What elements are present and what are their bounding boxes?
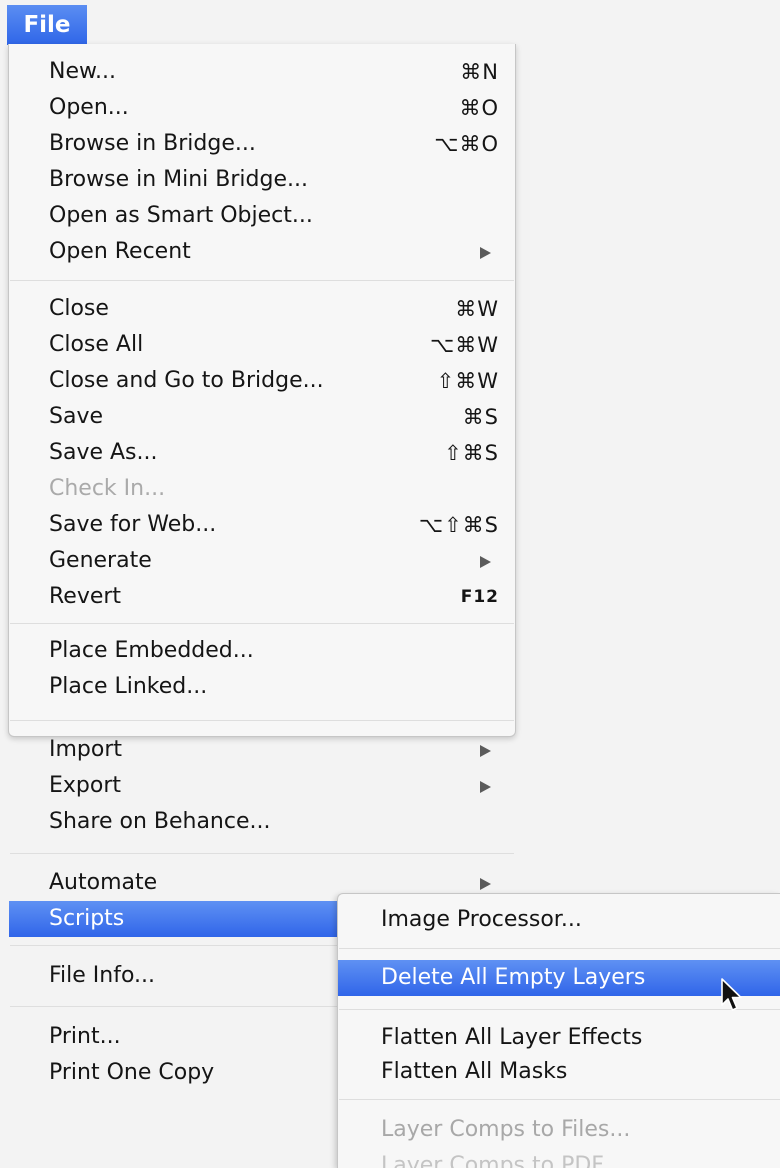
menu-item-label: Automate xyxy=(49,870,158,895)
menu-item-label: Close All xyxy=(49,332,144,357)
menu-separator xyxy=(339,1099,780,1100)
menu-item-save-for-web[interactable]: Save for Web... ⌥⇧⌘S xyxy=(9,507,515,543)
menu-item-shortcut: ⌘W xyxy=(455,297,499,321)
menu-item-label: Place Embedded... xyxy=(49,638,254,663)
menu-item-label: Browse in Mini Bridge... xyxy=(49,167,308,192)
submenu-item-layer-comps-to-pdf: Layer Comps to PDF... xyxy=(338,1148,780,1168)
menu-item-open-as-smart-object[interactable]: Open as Smart Object... xyxy=(9,198,515,234)
menu-item-label: Close xyxy=(49,296,109,321)
menu-item-shortcut: ⇧⌘S xyxy=(444,441,499,465)
submenu-item-label: Flatten All Layer Effects xyxy=(381,1025,643,1050)
menu-item-label: Check In... xyxy=(49,476,166,501)
triangle-right-icon xyxy=(480,745,491,757)
menu-item-new[interactable]: New... ⌘N xyxy=(9,54,515,90)
menu-item-browse-in-mini-bridge[interactable]: Browse in Mini Bridge... xyxy=(9,162,515,198)
file-menu: New... ⌘N Open... ⌘O Browse in Bridge...… xyxy=(8,44,516,1085)
menu-item-shortcut: ⌘N xyxy=(460,60,499,84)
menu-item-label: New... xyxy=(49,59,116,84)
menu-item-label: Browse in Bridge... xyxy=(49,131,256,156)
menu-item-shortcut: ⌥⌘W xyxy=(430,333,499,357)
mouse-pointer-icon xyxy=(721,978,742,1011)
menu-item-label: Print... xyxy=(49,1024,121,1049)
submenu-item-label: Layer Comps to Files... xyxy=(381,1117,631,1142)
menu-separator xyxy=(10,623,514,624)
menu-item-open[interactable]: Open... ⌘O xyxy=(9,90,515,126)
menu-item-export[interactable]: Export xyxy=(9,768,515,804)
submenu-item-delete-all-empty-layers[interactable]: Delete All Empty Layers xyxy=(338,960,780,996)
menu-item-generate[interactable]: Generate xyxy=(9,543,515,579)
menu-separator xyxy=(339,948,780,949)
menu-item-place-linked[interactable]: Place Linked... xyxy=(9,669,515,705)
menu-item-shortcut: ⌥⌘O xyxy=(434,132,499,156)
menu-item-share-on-behance[interactable]: Share on Behance... xyxy=(9,804,515,840)
menu-item-shortcut: ⌘O xyxy=(459,96,499,120)
menu-item-check-in: Check In... xyxy=(9,471,515,507)
menu-item-save-as[interactable]: Save As... ⇧⌘S xyxy=(9,435,515,471)
menu-item-label: Open... xyxy=(49,95,129,120)
submenu-item-flatten-all-layer-effects[interactable]: Flatten All Layer Effects xyxy=(338,1020,780,1056)
menu-item-label: Save As... xyxy=(49,440,158,465)
menu-item-label: Close and Go to Bridge... xyxy=(49,368,324,393)
menu-item-label: Save for Web... xyxy=(49,512,217,537)
menu-separator xyxy=(10,280,514,281)
triangle-right-icon xyxy=(480,556,491,568)
menu-item-label: Revert xyxy=(49,584,122,609)
menu-item-close-and-go-to-bridge[interactable]: Close and Go to Bridge... ⇧⌘W xyxy=(9,363,515,399)
menu-item-label: Print One Copy xyxy=(49,1060,215,1085)
menu-item-revert[interactable]: Revert F12 xyxy=(9,579,515,615)
submenu-item-label: Layer Comps to PDF... xyxy=(381,1153,622,1168)
menu-item-browse-in-bridge[interactable]: Browse in Bridge... ⌥⌘O xyxy=(9,126,515,162)
menu-item-import[interactable]: Import xyxy=(9,732,515,768)
menu-item-close[interactable]: Close ⌘W xyxy=(9,291,515,327)
menu-item-shortcut: ⌥⇧⌘S xyxy=(418,513,499,537)
file-menu-title[interactable]: File xyxy=(7,5,87,45)
triangle-right-icon xyxy=(480,781,491,793)
triangle-right-icon xyxy=(480,878,491,890)
menu-item-label: Scripts xyxy=(49,906,125,931)
menu-item-label: Place Linked... xyxy=(49,674,208,699)
submenu-item-image-processor[interactable]: Image Processor... xyxy=(338,902,780,938)
submenu-item-flatten-all-masks[interactable]: Flatten All Masks xyxy=(338,1054,780,1090)
menu-item-label: Open as Smart Object... xyxy=(49,203,313,228)
menu-item-shortcut: ⇧⌘W xyxy=(436,369,499,393)
scripts-submenu: Image Processor... Delete All Empty Laye… xyxy=(337,893,780,1168)
menu-item-open-recent[interactable]: Open Recent xyxy=(9,234,515,270)
menu-item-place-embedded[interactable]: Place Embedded... xyxy=(9,633,515,669)
submenu-item-label: Image Processor... xyxy=(381,907,582,932)
menu-item-shortcut: F12 xyxy=(460,587,499,607)
triangle-right-icon xyxy=(480,247,491,259)
menu-item-save[interactable]: Save ⌘S xyxy=(9,399,515,435)
menu-item-label: Open Recent xyxy=(49,239,191,264)
menu-separator xyxy=(10,720,514,721)
menu-item-label: Generate xyxy=(49,548,152,573)
menu-item-label: Share on Behance... xyxy=(49,809,271,834)
menu-item-label: Save xyxy=(49,404,104,429)
submenu-item-label: Delete All Empty Layers xyxy=(381,965,646,990)
menu-item-shortcut: ⌘S xyxy=(462,405,499,429)
submenu-item-label: Flatten All Masks xyxy=(381,1059,568,1084)
menu-separator xyxy=(339,1009,780,1010)
menu-item-label: Export xyxy=(49,773,122,798)
menu-item-label: File Info... xyxy=(49,963,156,988)
menu-item-close-all[interactable]: Close All ⌥⌘W xyxy=(9,327,515,363)
menu-item-label: Import xyxy=(49,737,123,762)
menu-separator xyxy=(10,853,514,854)
submenu-item-layer-comps-to-files: Layer Comps to Files... xyxy=(338,1112,780,1148)
